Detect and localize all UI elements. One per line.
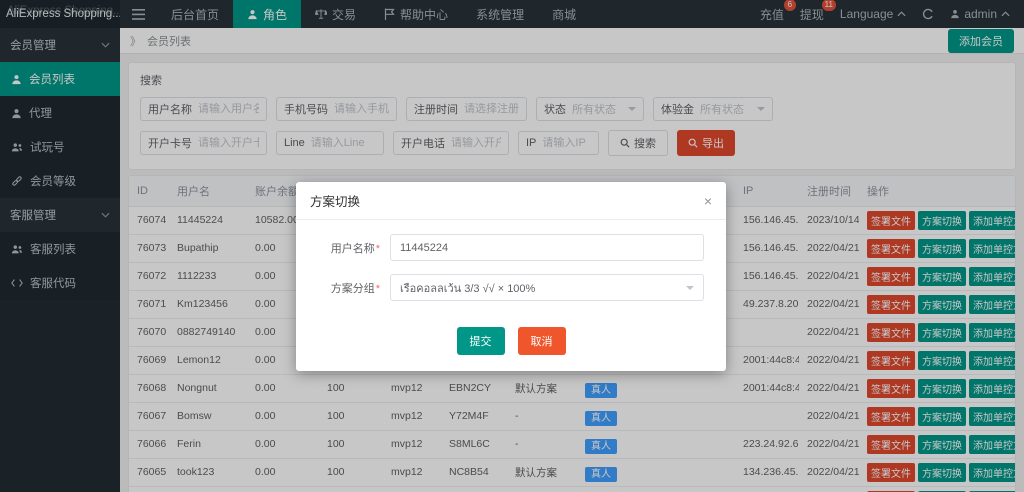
close-icon[interactable]: × bbox=[704, 194, 712, 208]
modal-title: 方案切换 bbox=[310, 191, 360, 210]
username-field[interactable] bbox=[390, 234, 704, 261]
username-label: 用户名称 bbox=[331, 243, 375, 255]
required-mark: * bbox=[376, 283, 380, 295]
plan-group-label: 方案分组 bbox=[331, 283, 375, 295]
plan-switch-modal: 方案切换 × 用户名称* 方案分组* เรือคอลลเว้น 3/3 √√ ×… bbox=[296, 182, 726, 371]
plan-group-value: เรือคอลลเว้น 3/3 √√ × 100% bbox=[400, 279, 535, 297]
cancel-button[interactable]: 取消 bbox=[518, 327, 566, 355]
required-mark: * bbox=[376, 243, 380, 255]
chevron-down-icon bbox=[686, 286, 694, 294]
submit-button[interactable]: 提交 bbox=[457, 327, 505, 355]
plan-group-select[interactable]: เรือคอลลเว้น 3/3 √√ × 100% bbox=[390, 274, 704, 301]
